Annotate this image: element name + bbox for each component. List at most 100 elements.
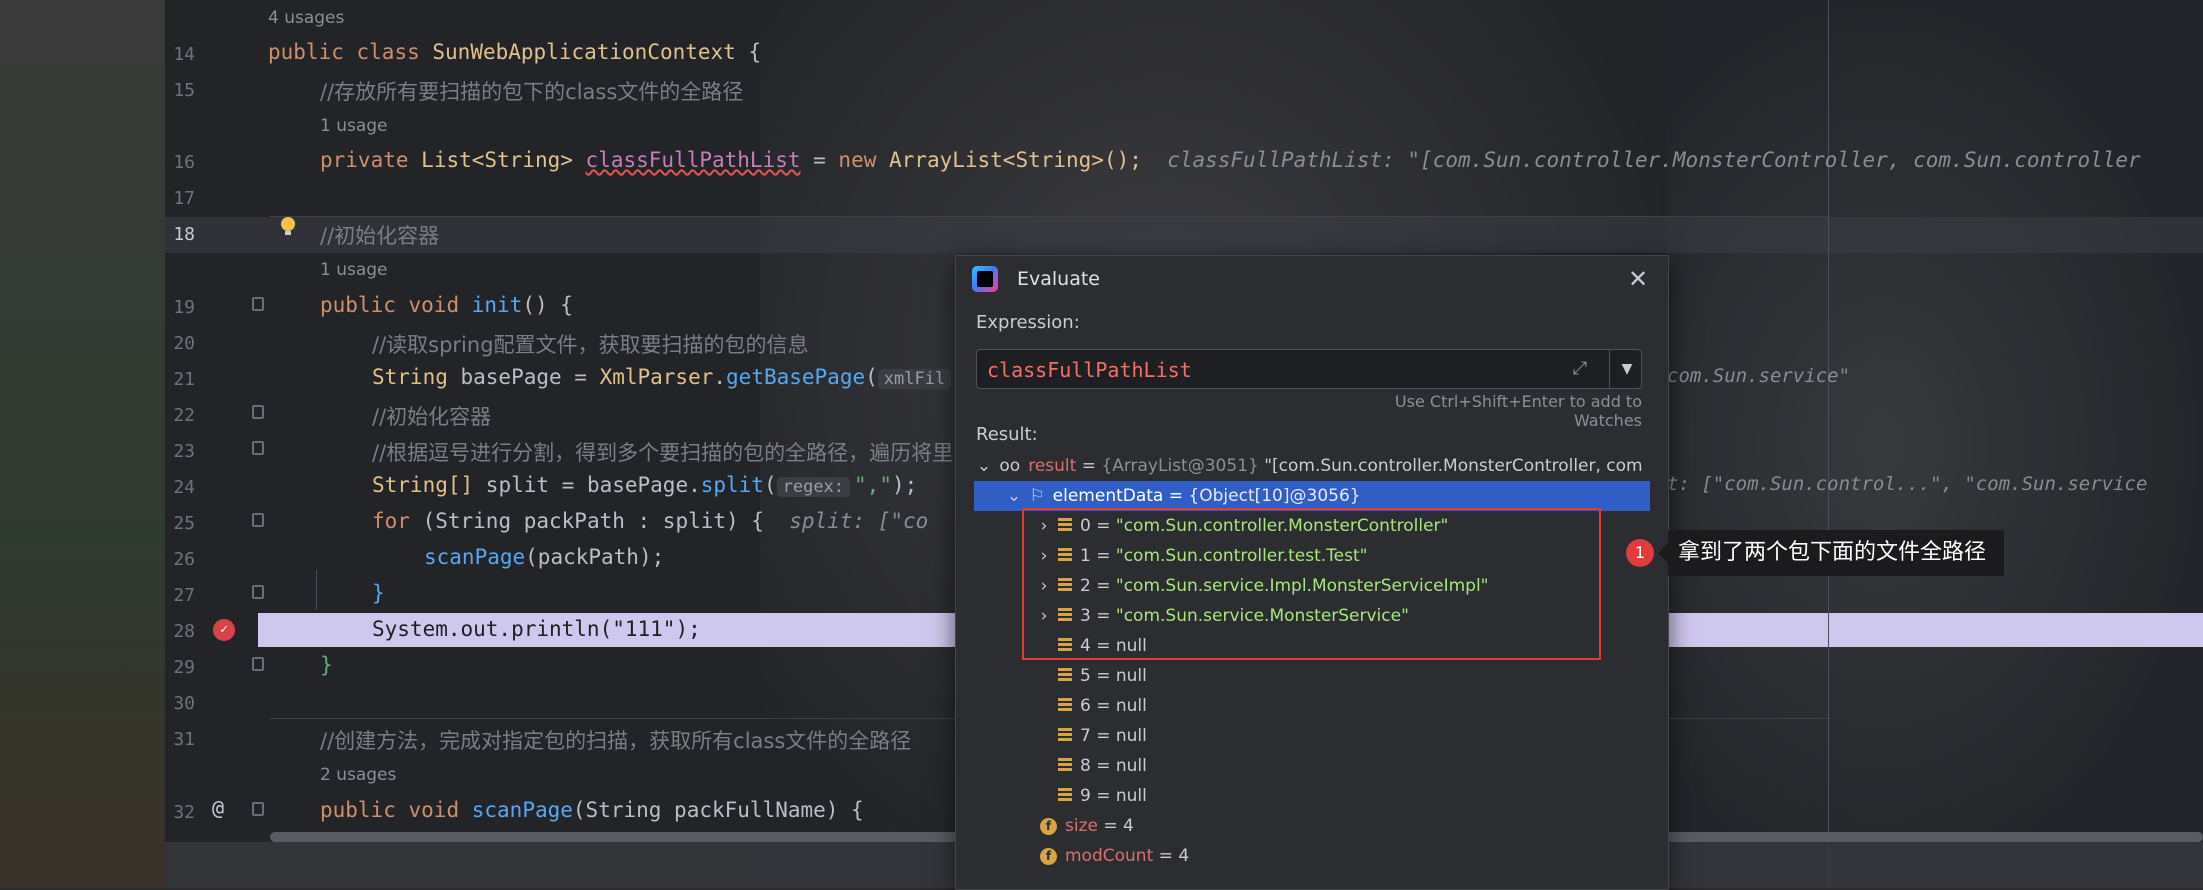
close-icon[interactable]: ✕ [1623,264,1653,294]
fold-icon[interactable] [252,297,264,311]
code-line-27[interactable]: } [372,581,385,605]
collapse-arrow-icon[interactable]: ⌄ [974,451,994,481]
line-number: 22 [173,405,195,426]
inline-debug-value[interactable]: t: ["com.Sun.control...", "com.Sun.servi… [1667,473,2147,495]
line-number: 19 [173,297,195,318]
parameter-hint: xmlFil [877,369,952,389]
code-line-20[interactable]: //读取spring配置文件，获取要扫描的包的信息 [372,329,809,359]
fold-icon[interactable] [252,441,264,455]
code-text: (String packFullName) { [572,798,864,822]
array-element-icon [1058,788,1072,802]
code-text: ); [891,473,918,497]
string-literal: "," [854,473,892,497]
field-icon: f [1040,818,1057,835]
string-literal: "111" [612,617,676,641]
tree-node-modcount[interactable]: f modCount = 4 [1040,841,1189,871]
code-comment: //读取spring配置文件，获取要扫描的包的信息 [372,333,809,357]
line-number: 26 [173,549,195,570]
expression-value[interactable]: classFullPathList [987,358,1192,382]
code-line-28[interactable]: System.out.println("111"); [372,617,701,641]
code-comment: //初始化容器 [320,224,440,248]
code-line-22[interactable]: //初始化容器 [372,401,491,431]
tree-node-item[interactable]: 7 = null [1034,721,1147,751]
line-number: 14 [173,44,195,65]
inline-debug-value[interactable]: split: ["co [789,509,928,533]
inline-debug-value[interactable]: com.Sun.service" [1667,365,1850,387]
array-element-icon [1058,668,1072,682]
right-margin-guide [1828,0,1829,888]
node-name: size [1065,816,1098,836]
node-equals: = [1097,816,1124,836]
item-value: null [1115,666,1147,686]
watch-glasses-icon: oo [999,456,1021,476]
node-name: result [1028,456,1077,476]
code-line-19[interactable]: public void init() { [320,293,573,317]
history-dropdown-button[interactable]: ▼ [1609,349,1644,389]
indent-guide [316,570,317,610]
dialog-title-bar[interactable]: Evaluate ✕ [956,256,1668,302]
node-value: 4 [1178,846,1190,866]
line-number: 32 [173,802,195,823]
node-name: modCount [1065,846,1154,866]
usages-hint[interactable]: 1 usage [320,116,388,136]
wallpaper-left [0,0,165,888]
code-text: () { [522,293,573,317]
usages-hint[interactable]: 1 usage [320,260,388,280]
method-name: getBasePage [726,365,866,389]
inline-debug-value[interactable]: classFullPathList: "[com.Sun.controller.… [1167,148,2141,172]
expression-label: Expression: [976,312,1080,333]
code-line-16[interactable]: private List<String> classFullPathList =… [320,148,2141,172]
item-index: 9 = [1080,786,1116,806]
watch-shortcut-hint: Use Ctrl+Shift+Enter to add to Watches [1394,392,1642,430]
line-number: 24 [173,477,195,498]
code-text: (String packPath : split) { [409,509,764,533]
tree-node-result[interactable]: ⌄ oo result = {ArrayList@3051} "[com.Sun.… [974,451,1650,481]
breakpoint-icon[interactable]: ✓ [213,619,235,641]
expand-icon[interactable]: ⤢ [1569,358,1591,380]
annotation-badge: 1 [1626,539,1654,567]
lightbulb-icon[interactable] [279,216,297,238]
tree-node-elementdata[interactable]: ⌄ ⚐ elementData = {Object[10]@3056} [1004,481,1361,511]
code-line-14[interactable]: public class SunWebApplicationContext { [268,40,761,64]
caret-line-highlight [165,217,2203,253]
code-line-31[interactable]: //创建方法，完成对指定包的扫描，获取所有class文件的全路径 [320,725,911,755]
code-line-18[interactable]: //初始化容器 [320,220,439,250]
keyword: class [356,40,420,64]
code-text: ( [763,473,777,497]
tree-node-size[interactable]: f size = 4 [1040,811,1134,841]
keyword: new [838,148,877,172]
class-name: SunWebApplicationContext [432,40,736,64]
fold-icon[interactable] [252,405,264,419]
code-line-26[interactable]: scanPage(packPath); [424,545,664,569]
code-line-25[interactable]: for (String packPath : split) { split: [… [372,509,928,533]
code-line-29[interactable]: } [320,653,333,677]
tree-node-item[interactable]: 6 = null [1034,691,1147,721]
fold-icon[interactable] [252,657,264,671]
line-number: 15 [173,80,195,101]
expression-input[interactable]: classFullPathList ⤢ ▼ [976,349,1642,389]
code-line-23[interactable]: //根据逗号进行分割，得到多个要扫描的包的全路径，遍历将里 [372,437,953,467]
collapse-arrow-icon[interactable]: ⌄ [1004,481,1024,511]
code-line-15[interactable]: //存放所有要扫描的包下的class文件的全路径 [320,76,743,106]
fold-icon[interactable] [252,513,264,527]
code-comment: //创建方法，完成对指定包的扫描，获取所有class文件的全路径 [320,729,912,753]
method-name: split [700,473,764,497]
method-name: scanPage [424,545,526,569]
tree-node-item[interactable]: 9 = null [1034,781,1147,811]
node-preview: "[com.Sun.controller.MonsterController, … [1258,456,1643,476]
code-line-24[interactable]: String[] split = basePage.split(regex: ",… [372,473,917,497]
usages-hint[interactable]: 4 usages [268,8,344,28]
fold-icon[interactable] [252,802,264,816]
tree-node-item[interactable]: 8 = null [1034,751,1147,781]
fold-icon[interactable] [252,585,264,599]
keyword: private [320,148,409,172]
implemented-at-icon[interactable]: @ [212,796,224,820]
usages-hint[interactable]: 2 usages [320,765,396,785]
tree-node-item[interactable]: 5 = null [1034,661,1147,691]
array-element-icon [1058,728,1072,742]
code-line-32[interactable]: public void scanPage(String packFullName… [320,798,864,822]
keyword: for [372,509,410,533]
node-equals: = [1076,456,1102,476]
code-line-21[interactable]: String basePage = XmlParser.getBasePage(… [372,365,955,389]
intellij-logo-icon [972,266,998,292]
